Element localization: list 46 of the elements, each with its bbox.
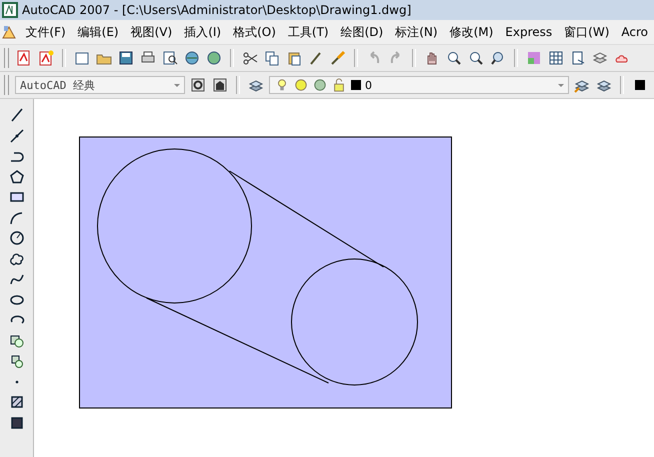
- copy-icon[interactable]: [264, 50, 280, 66]
- menu-item[interactable]: 窗口(W): [558, 24, 616, 40]
- workspace-dropdown[interactable]: AutoCAD 经典: [15, 76, 185, 94]
- menu-item[interactable]: 标注(N): [389, 24, 444, 40]
- cloud-icon[interactable]: [8, 250, 24, 266]
- pdf-icon[interactable]: [16, 50, 32, 66]
- layer-dropdown[interactable]: 0: [269, 76, 569, 94]
- menu-item[interactable]: 格式(O): [227, 24, 282, 40]
- menu-item[interactable]: Acro: [615, 25, 654, 39]
- house-icon[interactable]: [212, 77, 228, 93]
- layers-icon[interactable]: [592, 50, 608, 66]
- block-icon[interactable]: [8, 332, 24, 348]
- circle-icon[interactable]: [8, 230, 24, 246]
- window-title: AutoCAD 2007 - [C:\Users\Administrator\Desktop\Drawing1.dwg]: [22, 3, 412, 17]
- zoom-icon[interactable]: [468, 50, 484, 66]
- save-icon[interactable]: [118, 50, 134, 66]
- scissors-icon[interactable]: [242, 50, 258, 66]
- menu-item[interactable]: 文件(F): [19, 24, 72, 40]
- app-logo-icon: [2, 2, 18, 18]
- color-swatch-icon[interactable]: [632, 77, 648, 93]
- color-swatch-icon: [351, 80, 361, 90]
- arc-icon[interactable]: [8, 210, 24, 226]
- menu-item[interactable]: 绘图(D): [334, 24, 390, 40]
- menu-item[interactable]: 视图(V): [124, 24, 178, 40]
- new-file-icon[interactable]: [74, 50, 90, 66]
- menu-item[interactable]: 插入(I): [178, 24, 228, 40]
- grid-icon[interactable]: [548, 50, 564, 66]
- menu-item[interactable]: 修改(M): [444, 24, 500, 40]
- document-icon[interactable]: [570, 50, 586, 66]
- line-icon[interactable]: [8, 107, 24, 123]
- menu-item[interactable]: Express: [499, 25, 558, 39]
- drawing-icon[interactable]: [1, 24, 17, 40]
- paste-icon[interactable]: [286, 50, 302, 66]
- block-icon[interactable]: [8, 353, 24, 369]
- gradient-icon[interactable]: [8, 414, 24, 430]
- magnifier-icon[interactable]: [162, 50, 178, 66]
- zoom-icon[interactable]: [446, 50, 462, 66]
- zoom-icon[interactable]: [490, 50, 506, 66]
- lock-icon: [332, 78, 346, 92]
- hatch-icon[interactable]: [8, 394, 24, 410]
- menu-item[interactable]: 工具(T): [282, 24, 335, 40]
- lightbulb-icon: [275, 78, 289, 92]
- polygon-icon[interactable]: [8, 168, 24, 184]
- menu-item[interactable]: 编辑(E): [72, 24, 125, 40]
- construction-line-icon[interactable]: [8, 128, 24, 144]
- layer-name: 0: [365, 78, 373, 92]
